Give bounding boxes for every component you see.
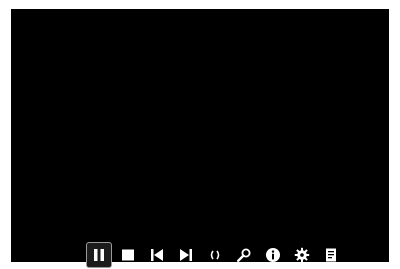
skip-previous-icon [149,247,165,263]
loop-icon [207,247,223,263]
pause-button[interactable] [86,242,112,268]
stop-icon [120,247,136,263]
zoom-icon [236,247,252,263]
video-viewport[interactable] [11,9,389,262]
loop-button[interactable] [202,242,228,268]
settings-gear-icon [294,247,310,263]
info-icon [265,247,281,263]
stop-button[interactable] [115,242,141,268]
playlist-button[interactable] [318,242,344,268]
skip-next-icon [178,247,194,263]
next-button[interactable] [173,242,199,268]
playback-toolbar [86,242,344,268]
zoom-button[interactable] [231,242,257,268]
pause-icon [91,247,107,263]
previous-button[interactable] [144,242,170,268]
info-button[interactable] [260,242,286,268]
settings-button[interactable] [289,242,315,268]
playlist-icon [323,247,339,263]
